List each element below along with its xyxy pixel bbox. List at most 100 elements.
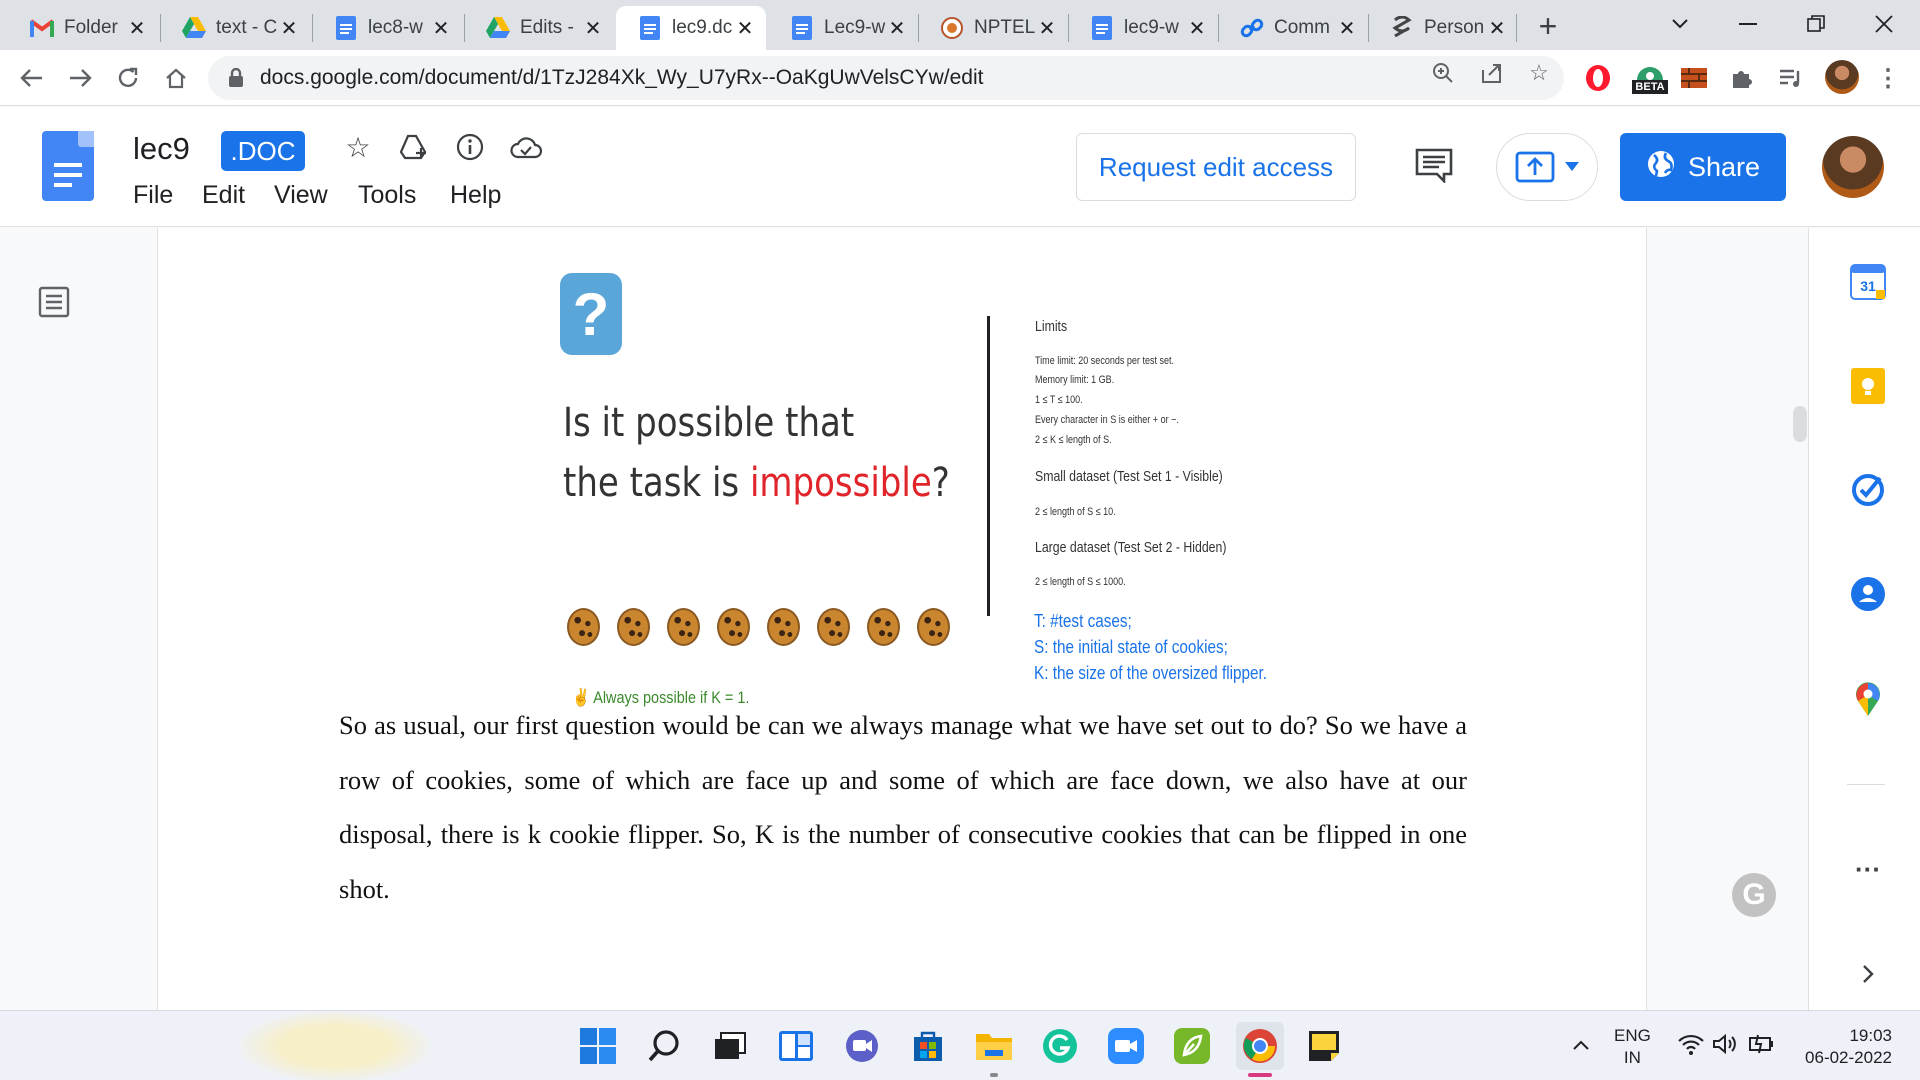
legend-line: K: the size of the oversized flipper. xyxy=(1034,663,1268,683)
close-icon[interactable]: ✕ xyxy=(126,16,148,41)
forward-arrow-icon[interactable] xyxy=(60,58,100,98)
close-icon[interactable]: ✕ xyxy=(1486,16,1508,41)
cookie-icon xyxy=(667,608,700,646)
teams-chat-icon[interactable] xyxy=(842,1026,882,1066)
language-indicator[interactable]: ENG IN xyxy=(1614,1025,1651,1069)
microsoft-store-icon[interactable] xyxy=(908,1026,948,1066)
comment-history-icon[interactable] xyxy=(1414,147,1454,188)
home-icon[interactable] xyxy=(156,58,196,98)
back-arrow-icon[interactable] xyxy=(12,58,52,98)
more-addons-icon[interactable]: ··· xyxy=(1849,850,1887,888)
tab-docs-lec9-w2[interactable]: lec9-w ✕ xyxy=(1068,6,1218,50)
volume-icon[interactable] xyxy=(1712,1033,1738,1061)
add-shortcut-drive-icon[interactable] xyxy=(396,129,432,165)
language-code: ENG xyxy=(1614,1026,1651,1045)
share-button[interactable]: Share xyxy=(1620,133,1786,201)
menu-view[interactable]: View xyxy=(274,181,328,210)
tray-overflow-chevron-icon[interactable] xyxy=(1572,1035,1590,1057)
battery-icon[interactable] xyxy=(1748,1033,1776,1061)
close-window-button[interactable] xyxy=(1854,4,1914,44)
close-icon[interactable]: ✕ xyxy=(582,16,604,41)
file-explorer-icon[interactable] xyxy=(974,1026,1014,1066)
tab-docs-lec9-active[interactable]: lec9.dc ✕ xyxy=(616,6,766,50)
grammarly-icon[interactable]: G xyxy=(1732,873,1776,917)
keep-icon[interactable] xyxy=(1849,367,1887,405)
chevron-down-icon[interactable] xyxy=(1565,158,1579,176)
legend-line: T: #test cases; xyxy=(1034,611,1132,631)
menu-help[interactable]: Help xyxy=(450,181,501,210)
tab-search-chevron-icon[interactable] xyxy=(1650,4,1710,44)
body-paragraph[interactable]: So as usual, our first question would be… xyxy=(339,698,1467,916)
brick-extension-icon[interactable] xyxy=(1678,62,1710,94)
user-avatar[interactable] xyxy=(1822,136,1884,198)
restore-button[interactable] xyxy=(1786,4,1846,44)
limits-heading: Limits xyxy=(1035,318,1068,335)
media-control-icon[interactable] xyxy=(1774,62,1806,94)
tab-drive-text[interactable]: text - C ✕ xyxy=(160,6,310,50)
reload-icon[interactable] xyxy=(108,58,148,98)
close-icon[interactable]: ✕ xyxy=(278,16,300,41)
tab-title: text - C xyxy=(216,17,278,38)
chrome-taskbar-icon[interactable] xyxy=(1236,1022,1284,1070)
present-button[interactable] xyxy=(1496,133,1598,201)
close-icon[interactable]: ✕ xyxy=(1186,16,1208,41)
tab-drive-edits[interactable]: Edits - ✕ xyxy=(464,6,614,50)
bookmark-star-icon[interactable]: ☆ xyxy=(1526,60,1552,86)
tasks-icon[interactable] xyxy=(1849,471,1887,509)
minimize-button[interactable] xyxy=(1718,4,1778,44)
zoom-meetings-icon[interactable] xyxy=(1106,1026,1146,1066)
menu-file[interactable]: File xyxy=(133,181,173,210)
star-icon[interactable]: ☆ xyxy=(340,129,376,165)
tab-nptel[interactable]: NPTEL ✕ xyxy=(918,6,1068,50)
clock-time: 19:03 xyxy=(1849,1026,1892,1045)
menu-tools[interactable]: Tools xyxy=(358,181,416,210)
zoom-icon[interactable] xyxy=(1430,60,1456,86)
sticky-notes-icon[interactable] xyxy=(1304,1026,1344,1066)
lock-icon xyxy=(228,67,244,94)
tab-docs-lec8[interactable]: lec8-w ✕ xyxy=(312,6,462,50)
windows-start-icon[interactable] xyxy=(578,1026,618,1066)
maps-icon[interactable] xyxy=(1849,680,1887,718)
new-tab-button[interactable]: + xyxy=(1530,8,1566,45)
info-icon[interactable] xyxy=(452,129,488,165)
tab-gmail-folder[interactable]: Folder ✕ xyxy=(8,6,158,50)
contacts-icon[interactable] xyxy=(1849,575,1887,613)
tab-comm[interactable]: Comm ✕ xyxy=(1218,6,1368,50)
search-icon[interactable] xyxy=(644,1026,684,1066)
tab-docs-lec9-w[interactable]: Lec9-w ✕ xyxy=(768,6,918,50)
address-bar[interactable]: docs.google.com/document/d/1TzJ284Xk_Wy_… xyxy=(208,56,1564,100)
side-panel: 31 ··· xyxy=(1808,228,1920,1010)
request-edit-access-button[interactable]: Request edit access xyxy=(1076,133,1356,201)
opera-extension-icon[interactable] xyxy=(1582,62,1614,94)
document-title[interactable]: lec9 xyxy=(133,131,190,167)
close-icon[interactable]: ✕ xyxy=(430,16,452,41)
document-page[interactable]: ? Is it possible that the task is imposs… xyxy=(157,228,1647,1010)
calendar-icon[interactable]: 31 xyxy=(1849,263,1887,301)
task-view-icon[interactable] xyxy=(710,1026,750,1066)
beta-extension-icon[interactable]: BETA xyxy=(1630,56,1670,100)
vertical-scrollbar[interactable] xyxy=(1793,406,1807,442)
app-green-leaf-icon[interactable] xyxy=(1172,1026,1212,1066)
widgets-icon[interactable] xyxy=(776,1026,816,1066)
menu-edit[interactable]: Edit xyxy=(202,181,245,210)
close-icon[interactable]: ✕ xyxy=(734,16,756,41)
share-page-icon[interactable] xyxy=(1478,60,1504,86)
expand-panel-chevron-icon[interactable] xyxy=(1849,955,1887,993)
close-icon[interactable]: ✕ xyxy=(1036,16,1058,41)
chrome-menu-icon[interactable]: ⋮ xyxy=(1872,62,1904,94)
chrome-profile-avatar[interactable] xyxy=(1825,60,1859,94)
extensions-puzzle-icon[interactable] xyxy=(1726,62,1758,94)
question-line-1: Is it possible that xyxy=(563,400,855,446)
close-icon[interactable]: ✕ xyxy=(886,16,908,41)
tab-person[interactable]: Person ✕ xyxy=(1368,6,1518,50)
tab-title: Person xyxy=(1424,17,1485,38)
document-outline-icon[interactable] xyxy=(38,286,70,323)
explorer-running-indicator xyxy=(990,1073,998,1077)
clock[interactable]: 19:03 06-02-2022 xyxy=(1796,1025,1892,1069)
docs-icon xyxy=(790,16,814,40)
tab-title: Edits - xyxy=(520,17,574,38)
close-icon[interactable]: ✕ xyxy=(1336,16,1358,41)
grammarly-taskbar-icon[interactable] xyxy=(1040,1026,1080,1066)
google-docs-logo-icon[interactable] xyxy=(42,131,94,201)
wifi-icon[interactable] xyxy=(1678,1033,1704,1061)
